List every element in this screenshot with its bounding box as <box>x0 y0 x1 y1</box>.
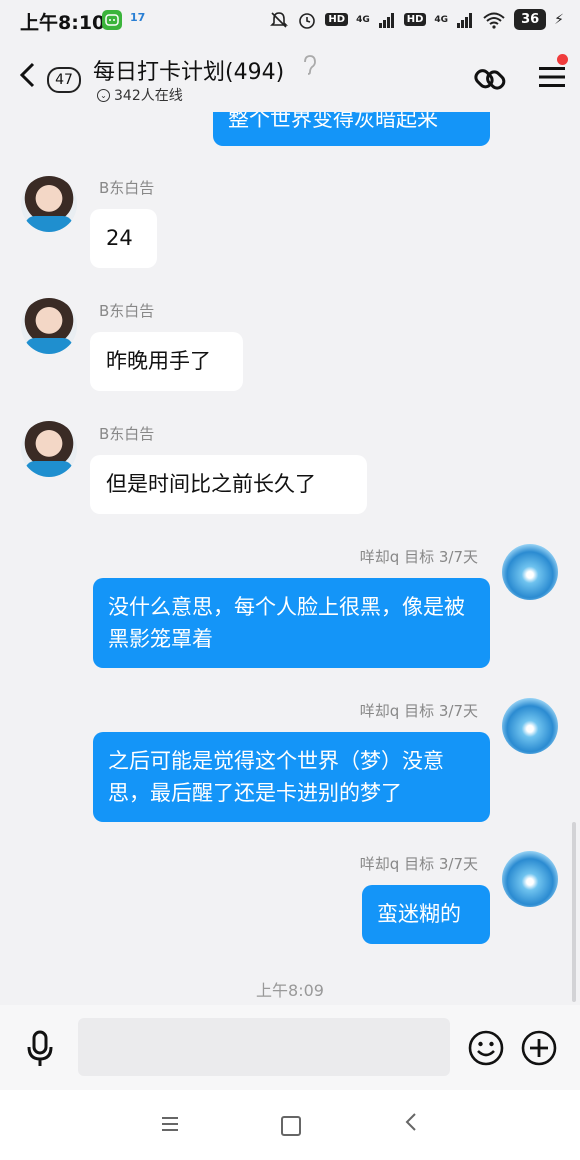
system-nav-bar <box>0 1090 580 1160</box>
self-avatar[interactable] <box>502 851 558 907</box>
message-bubble-in[interactable]: 昨晚用手了 <box>90 332 243 391</box>
ear-icon[interactable] <box>302 54 318 81</box>
message-text: 但是时间比之前长久了 <box>106 472 316 496</box>
network-type-2: 4G <box>434 14 449 25</box>
signal-icon-2 <box>457 12 473 28</box>
scrollbar[interactable] <box>572 822 576 1002</box>
chat-header: 47 每日打卡计划(494) ⌄ 342人在线 <box>0 40 580 112</box>
group-title[interactable]: 每日打卡计划(494) <box>93 54 284 86</box>
message-bubble-in[interactable]: 但是时间比之前长久了 <box>90 455 367 514</box>
alarm-icon <box>299 12 316 29</box>
wifi-icon <box>483 12 505 29</box>
message-text: 之后可能是觉得这个世界（梦）没意思，最后醒了还是卡进别的梦了 <box>108 749 444 805</box>
message-bubble-out[interactable]: 蛮迷糊的 <box>362 885 490 944</box>
status-time: 上午8:10 <box>20 12 106 34</box>
sender-name: 咩却q 目标 3/7天 <box>359 548 478 566</box>
avatar[interactable] <box>21 176 77 232</box>
back-arrow-icon[interactable] <box>18 60 36 96</box>
avatar[interactable] <box>21 421 77 477</box>
microphone-icon[interactable] <box>24 1029 56 1069</box>
battery-icon: 36 <box>514 9 547 30</box>
hd-badge-1: HD <box>325 13 349 26</box>
app-notification-2-icon: 17 <box>130 11 146 24</box>
message-text: 没什么意思，每个人脸上很黑，像是被黑影笼罩着 <box>108 595 465 651</box>
message-bubble-in[interactable]: 24 <box>90 209 157 268</box>
avatar[interactable] <box>21 298 77 354</box>
sender-name: 咩却q 目标 3/7天 <box>359 702 478 720</box>
message-text: 蛮迷糊的 <box>377 902 461 926</box>
sender-name: B东白告 <box>99 302 155 320</box>
message-timestamp: 上午8:09 <box>256 981 324 1000</box>
sender-name: 咩却q 目标 3/7天 <box>359 855 478 873</box>
chevron-down-icon: ⌄ <box>97 88 110 102</box>
status-bar: 上午8:10 17 HD 4G HD 4G 36 ⚡ <box>0 0 580 40</box>
sender-name: B东白告 <box>99 179 155 197</box>
nav-back-icon[interactable] <box>404 1111 418 1139</box>
recent-apps-icon[interactable] <box>160 1116 180 1132</box>
menu-icon[interactable] <box>539 65 565 89</box>
link-icon[interactable] <box>473 62 507 96</box>
app-notification-icon <box>102 10 122 30</box>
message-text: 24 <box>106 226 133 250</box>
message-bubble-out[interactable]: 之后可能是觉得这个世界（梦）没意思，最后醒了还是卡进别的梦了 <box>93 732 490 822</box>
unread-count-badge[interactable]: 47 <box>47 67 81 93</box>
self-avatar[interactable] <box>502 698 558 754</box>
network-type-1: 4G <box>356 14 370 25</box>
message-text: 昨晚用手了 <box>106 349 211 373</box>
online-status: ⌄ 342人在线 <box>97 85 183 105</box>
add-more-icon[interactable] <box>521 1030 557 1066</box>
message-list[interactable]: 整个世界变得灰暗起来 B东白告 24 B东白告 昨晚用手了 B东白告 但是时间比… <box>0 112 580 1005</box>
online-count: 342人在线 <box>114 88 183 104</box>
notification-dot <box>557 54 568 65</box>
emoji-icon[interactable] <box>468 1030 504 1066</box>
signal-icon-1 <box>378 12 394 28</box>
sender-name: B东白告 <box>99 425 155 443</box>
message-text: 整个世界变得灰暗起来 <box>228 112 438 131</box>
hd-badge-2: HD <box>403 13 427 26</box>
home-icon[interactable] <box>281 1116 301 1136</box>
input-bar <box>0 1005 580 1090</box>
status-icons: HD 4G HD 4G 36 ⚡ <box>269 9 564 30</box>
message-bubble-out[interactable]: 没什么意思，每个人脸上很黑，像是被黑影笼罩着 <box>93 578 490 668</box>
self-avatar[interactable] <box>502 544 558 600</box>
charging-icon: ⚡ <box>554 11 564 28</box>
message-input[interactable] <box>78 1018 450 1076</box>
message-bubble-out[interactable]: 整个世界变得灰暗起来 <box>213 112 490 146</box>
mute-bell-icon <box>270 11 289 28</box>
